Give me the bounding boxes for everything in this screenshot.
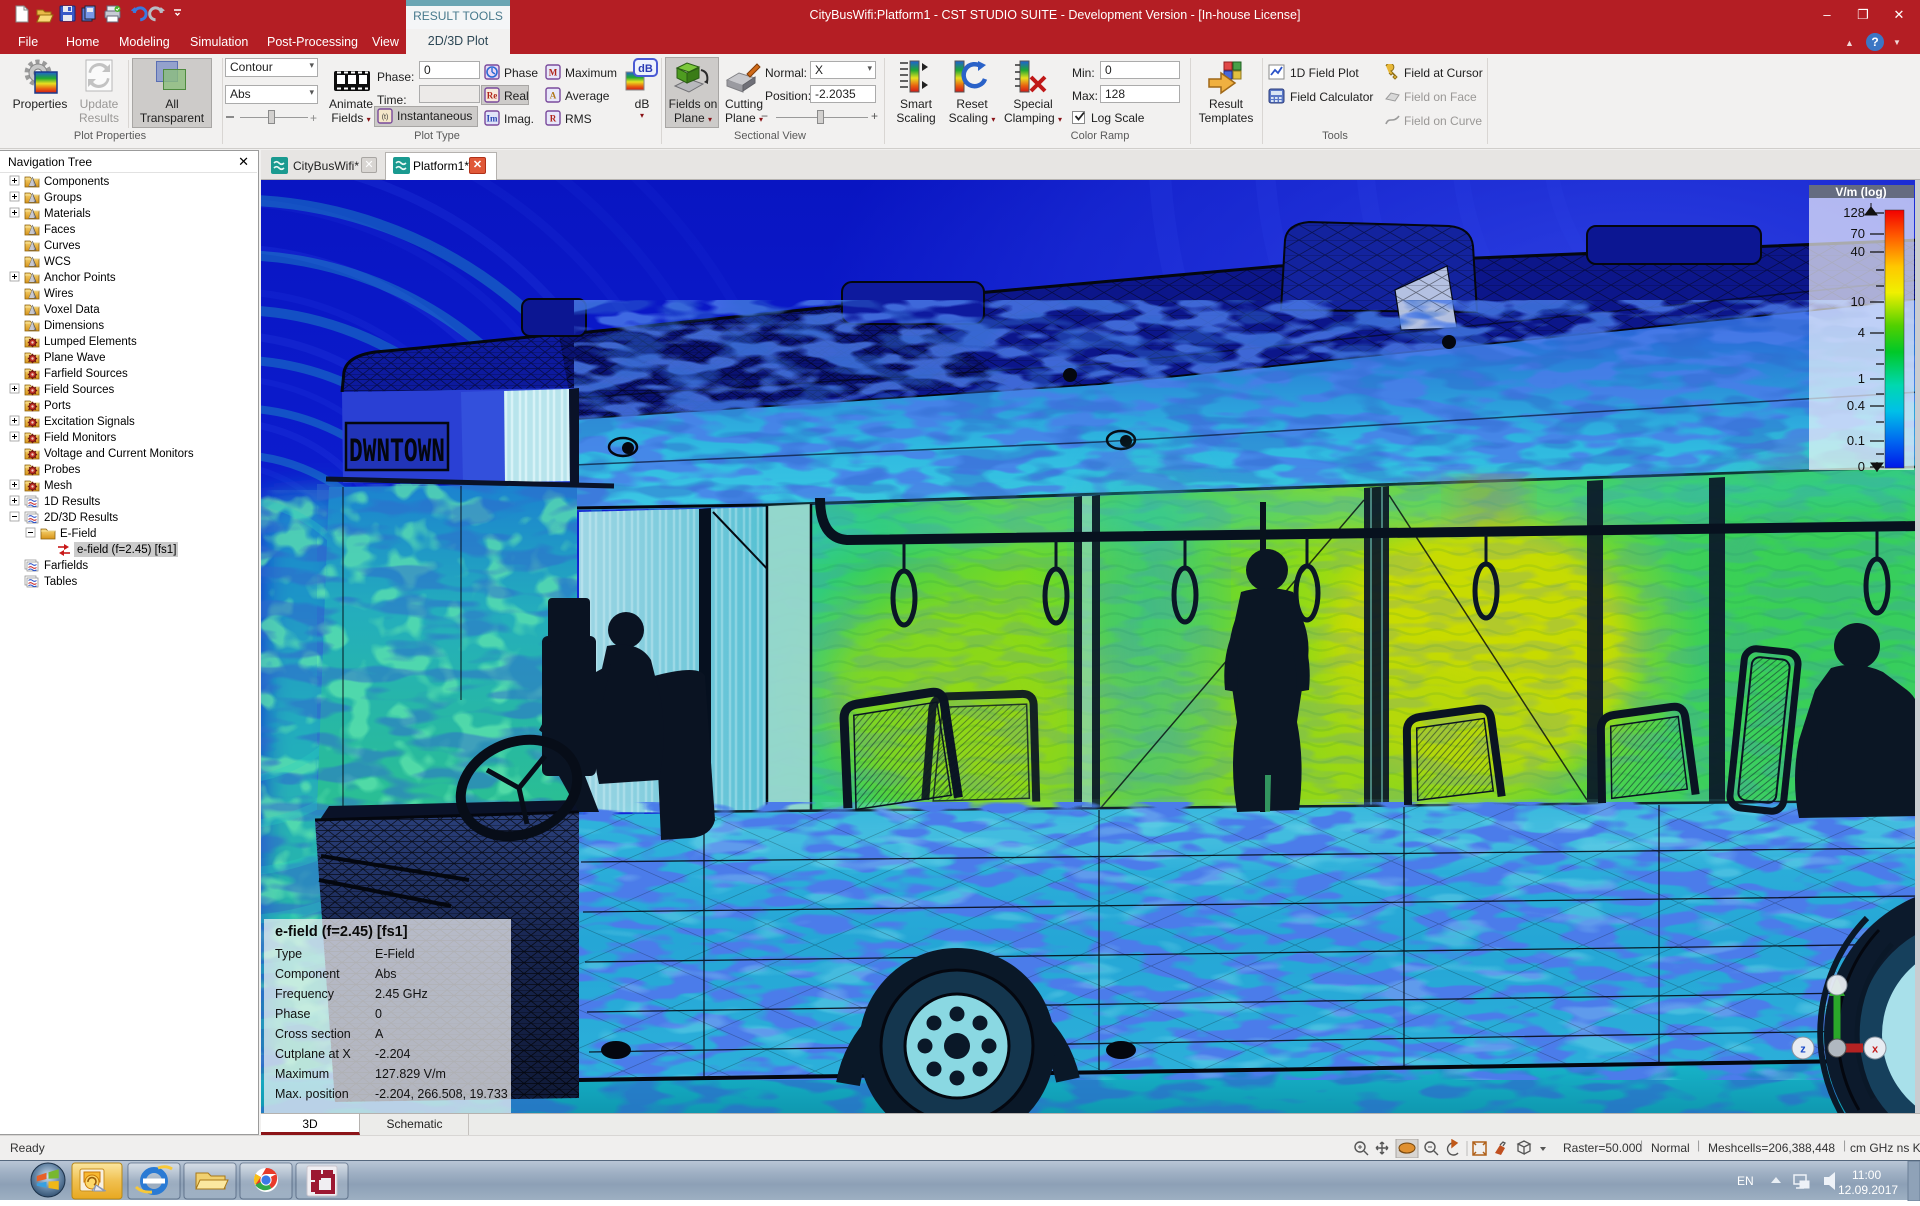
svg-text:-2.204: -2.204 <box>375 1047 410 1061</box>
svg-text:Lumped Elements: Lumped Elements <box>44 336 137 348</box>
svg-text:Curves: Curves <box>44 240 81 252</box>
svg-text:E-Field: E-Field <box>60 528 96 540</box>
svg-text:Re: Re <box>487 91 498 101</box>
svg-text:Phase: Phase <box>275 1007 310 1021</box>
svg-text:WCS: WCS <box>44 256 71 268</box>
svg-text:11:00: 11:00 <box>1852 1168 1881 1182</box>
svg-text:Groups: Groups <box>44 192 82 204</box>
svg-text:10: 10 <box>1851 294 1865 309</box>
svg-text:Farfield Sources: Farfield Sources <box>44 368 128 380</box>
svg-text:0.4: 0.4 <box>1847 398 1865 413</box>
svg-text:Abs: Abs <box>375 967 397 981</box>
svg-text:e-field (f=2.45) [fs1]: e-field (f=2.45) [fs1] <box>77 544 176 556</box>
svg-text:12.09.2017: 12.09.2017 <box>1838 1183 1898 1197</box>
svg-text:0.1: 0.1 <box>1847 433 1865 448</box>
svg-text:e-field (f=2.45) [fs1]: e-field (f=2.45) [fs1] <box>275 924 408 940</box>
svg-text:Dimensions: Dimensions <box>44 320 104 332</box>
svg-text:2D/3D Results: 2D/3D Results <box>44 512 118 524</box>
svg-text:Im: Im <box>487 114 499 124</box>
svg-text:Excitation Signals: Excitation Signals <box>44 416 135 428</box>
svg-text:V/m (log): V/m (log) <box>1835 185 1886 199</box>
svg-text:Voltage and Current Monitors: Voltage and Current Monitors <box>44 448 194 460</box>
svg-text:Field Monitors: Field Monitors <box>44 432 116 444</box>
svg-text:Component: Component <box>275 967 340 981</box>
svg-text:E-Field: E-Field <box>375 947 415 961</box>
svg-text:x: x <box>1872 1044 1879 1056</box>
svg-text:M: M <box>549 68 558 78</box>
svg-text:Wires: Wires <box>44 288 74 300</box>
svg-text:Type: Type <box>275 947 302 961</box>
svg-text:Probes: Probes <box>44 464 81 476</box>
svg-text:0: 0 <box>1858 459 1865 474</box>
svg-text:40: 40 <box>1851 244 1865 259</box>
svg-text:Faces: Faces <box>44 224 76 236</box>
svg-text:Anchor Points: Anchor Points <box>44 272 116 284</box>
svg-text:EN: EN <box>1737 1174 1754 1188</box>
svg-text:Plane Wave: Plane Wave <box>44 352 106 364</box>
svg-text:Farfields: Farfields <box>44 560 88 572</box>
svg-text:(t): (t) <box>382 114 389 121</box>
svg-text:A: A <box>550 91 557 101</box>
svg-text:Ports: Ports <box>44 400 71 412</box>
svg-text:Max. position: Max. position <box>275 1087 349 1101</box>
svg-text:Frequency: Frequency <box>275 987 335 1001</box>
svg-text:Cutplane at X: Cutplane at X <box>275 1047 351 1061</box>
svg-text:4: 4 <box>1858 325 1865 340</box>
svg-text:70: 70 <box>1851 226 1865 241</box>
svg-text:A: A <box>375 1027 384 1041</box>
svg-text:1D Results: 1D Results <box>44 496 100 508</box>
svg-text:Mesh: Mesh <box>44 480 72 492</box>
svg-text:Materials: Materials <box>44 208 91 220</box>
svg-text:R: R <box>550 114 557 124</box>
svg-text:1: 1 <box>1858 371 1865 386</box>
svg-text:z: z <box>1800 1044 1806 1056</box>
svg-text:Components: Components <box>44 176 109 188</box>
svg-text:-2.204, 266.508, 19.733: -2.204, 266.508, 19.733 <box>375 1087 508 1101</box>
svg-text:0: 0 <box>375 1007 382 1021</box>
svg-text:2.45 GHz: 2.45 GHz <box>375 987 428 1001</box>
svg-text:Field Sources: Field Sources <box>44 384 115 396</box>
svg-text:Voxel Data: Voxel Data <box>44 304 100 316</box>
svg-text:dB: dB <box>638 63 653 75</box>
svg-text:DWNTOWN: DWNTOWN <box>349 434 445 472</box>
svg-text:Cross section: Cross section <box>275 1027 351 1041</box>
svg-text:127.829 V/m: 127.829 V/m <box>375 1067 446 1081</box>
svg-text:Maximum: Maximum <box>275 1067 329 1081</box>
svg-text:Tables: Tables <box>44 576 77 588</box>
svg-text:128: 128 <box>1843 205 1865 220</box>
